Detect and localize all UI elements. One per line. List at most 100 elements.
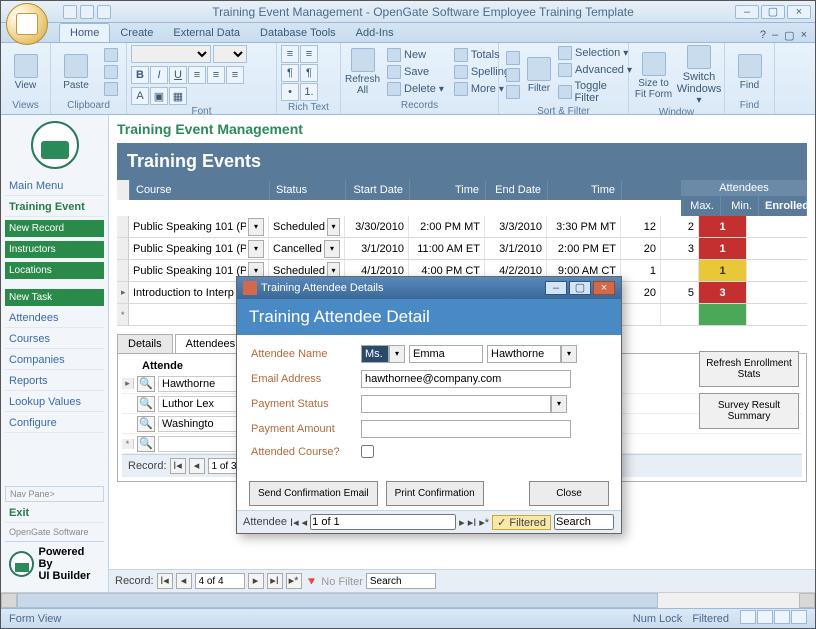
find-icon[interactable]: 🔍 [137,436,155,452]
horizontal-scrollbar[interactable] [1,592,815,608]
list-button[interactable]: • [281,83,299,101]
table-row[interactable]: Public Speaking 101 (PS1▾ Cancelled▾ 3/1… [117,238,807,260]
main-last-button[interactable]: ▸I [267,573,283,589]
numbering-button[interactable]: 1. [300,83,318,101]
payment-status-dropdown-icon[interactable]: ▾ [551,395,567,413]
status-dropdown-icon[interactable]: ▾ [327,218,340,236]
first-name-field[interactable] [409,345,483,363]
scroll-left-icon[interactable] [1,593,17,608]
minimize-button[interactable]: – [735,5,759,19]
sidebar-main-menu[interactable]: Main Menu [5,177,104,196]
sidebar-new-task[interactable]: New Task [5,289,104,306]
qat-undo-icon[interactable] [80,5,94,19]
dialog-minimize-button[interactable]: – [545,281,567,295]
layout-view-icon[interactable] [774,610,790,624]
dlg-first-button[interactable]: I◂ [290,516,299,529]
navpane-toggle[interactable]: Nav Pane> [5,486,104,502]
datasheet-view-icon[interactable] [757,610,773,624]
sub-first-button[interactable]: I◂ [170,458,186,474]
prefix-dropdown-icon[interactable]: ▾ [389,345,405,363]
size-to-fit-button[interactable]: Size to Fit Form [633,52,674,100]
dialog-close-button[interactable]: × [593,281,615,295]
selection-button[interactable]: Selection ▾ [555,45,635,61]
refresh-all-button[interactable]: Refresh All [345,48,380,96]
rtl-button[interactable]: ¶ [300,64,318,82]
email-field[interactable] [361,370,571,388]
help-icon[interactable]: ? [760,29,766,42]
font-size-select[interactable] [213,45,247,63]
advanced-filter-button[interactable]: Advanced ▾ [555,62,635,78]
payment-amount-field[interactable] [361,420,571,438]
office-orb[interactable] [6,3,48,45]
sidebar-instructors[interactable]: Instructors [5,241,104,258]
dialog-maximize-button[interactable]: ▢ [569,281,591,295]
tab-add-ins[interactable]: Add-Ins [346,24,404,42]
view-button[interactable]: View [5,54,46,91]
survey-result-button[interactable]: Survey Result Summary [699,393,799,429]
print-confirmation-button[interactable]: Print Confirmation [386,481,484,506]
align-left-button[interactable]: ≡ [188,66,206,84]
italic-button[interactable]: I [150,66,168,84]
main-prev-button[interactable]: ◂ [176,573,192,589]
payment-status-field[interactable] [361,395,551,413]
sidebar-training-event[interactable]: Training Event [5,198,104,217]
dlg-last-button[interactable]: ▸I [468,516,477,529]
sidebar-lookup[interactable]: Lookup Values [5,393,104,412]
bold-button[interactable]: B [131,66,149,84]
close-button[interactable]: × [787,5,811,19]
course-dropdown-icon[interactable]: ▾ [248,240,264,258]
course-dropdown-icon[interactable]: ▾ [248,218,264,236]
main-search-input[interactable] [366,573,436,589]
send-confirmation-button[interactable]: Send Confirmation Email [249,481,378,506]
sidebar-new-record[interactable]: New Record [5,220,104,237]
find-icon[interactable]: 🔍 [137,416,155,432]
fill-color-button[interactable]: ▣ [150,87,168,105]
indent-increase-button[interactable]: ≡ [300,45,318,63]
qat-save-icon[interactable] [63,5,77,19]
sidebar-reports[interactable]: Reports [5,372,104,391]
main-first-button[interactable]: I◂ [157,573,173,589]
font-color-button[interactable]: A [131,87,149,105]
close-dialog-button[interactable]: Close [529,481,609,506]
scroll-right-icon[interactable] [799,593,815,608]
dlg-next-button[interactable]: ▸ [459,516,465,529]
find-icon[interactable]: 🔍 [137,396,155,412]
dlg-new-button[interactable]: ▸* [479,516,489,529]
new-record-button[interactable]: New [384,47,447,63]
refresh-enrollment-button[interactable]: Refresh Enrollment Stats [699,351,799,387]
sidebar-companies[interactable]: Companies [5,351,104,370]
underline-button[interactable]: U [169,66,187,84]
doc-close-icon[interactable]: × [801,29,807,42]
copy-button[interactable] [101,64,121,80]
sort-desc-button[interactable] [503,67,523,83]
clear-sort-button[interactable] [503,84,523,100]
sidebar-exit[interactable]: Exit [5,504,104,523]
tab-create[interactable]: Create [110,24,163,42]
paste-button[interactable]: Paste [55,54,97,91]
format-painter-button[interactable] [101,81,121,97]
attended-checkbox[interactable] [361,445,374,458]
doc-minimize-icon[interactable]: – [772,29,778,42]
status-dropdown-icon[interactable]: ▾ [324,240,340,258]
main-record-pos[interactable] [195,573,245,589]
tab-external-data[interactable]: External Data [163,24,250,42]
tab-database-tools[interactable]: Database Tools [250,24,346,42]
form-view-icon[interactable] [740,610,756,624]
name-dropdown-icon[interactable]: ▾ [561,345,577,363]
sidebar-locations[interactable]: Locations [5,262,104,279]
save-record-button[interactable]: Save [384,64,447,80]
font-select[interactable] [131,45,211,63]
dlg-search-input[interactable] [554,514,614,530]
filter-status[interactable]: 🔻 No Filter [305,575,363,588]
sidebar-attendees[interactable]: Attendees [5,309,104,328]
design-view-icon[interactable] [791,610,807,624]
filter-button[interactable]: Filter [527,57,551,94]
table-row[interactable]: Public Speaking 101 (PS1▾ Scheduled▾ 3/3… [117,216,807,238]
last-name-field[interactable] [487,345,561,363]
scroll-thumb[interactable] [17,593,658,608]
prefix-field[interactable] [361,345,389,363]
align-center-button[interactable]: ≡ [207,66,225,84]
tab-home[interactable]: Home [59,23,110,42]
subtab-details[interactable]: Details [117,334,173,353]
dlg-record-pos[interactable] [310,514,456,530]
